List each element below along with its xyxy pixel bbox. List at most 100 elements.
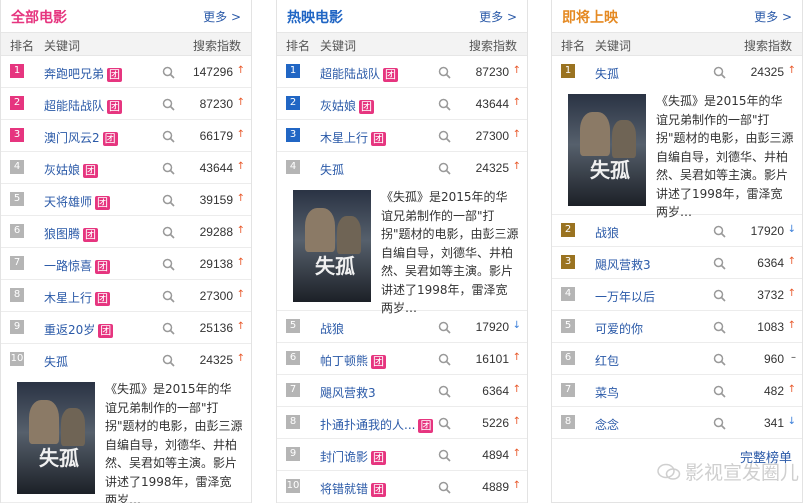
movie-link[interactable]: 帕丁顿熊团 (320, 352, 387, 369)
search-icon[interactable] (713, 385, 726, 398)
movie-link[interactable]: 菜鸟 (595, 384, 619, 401)
movie-link[interactable]: 红包 (595, 352, 619, 369)
movie-link[interactable]: 战狼 (595, 224, 619, 241)
movie-link[interactable]: 木星上行团 (320, 129, 387, 146)
ranking-row[interactable]: 1 失孤 24325 ↑ 失孤 《失孤》是2015年的华谊兄弟制作的一部"打拐"题材的电影… (552, 56, 802, 219)
movie-link[interactable]: 澳门风云2 团 (44, 129, 118, 146)
movie-link[interactable]: 一万年以后 (595, 288, 655, 305)
movie-link[interactable]: 飓风营救3 (595, 256, 651, 273)
search-icon[interactable] (713, 289, 726, 302)
group-buy-badge[interactable]: 团 (83, 228, 99, 242)
group-buy-badge[interactable]: 团 (371, 355, 387, 369)
search-icon[interactable] (438, 162, 451, 175)
search-icon[interactable] (162, 66, 175, 79)
movie-link[interactable]: 失孤 (320, 161, 344, 178)
search-icon[interactable] (438, 353, 451, 366)
ranking-row[interactable]: 4 灰姑娘团 43644 ↑ (1, 152, 251, 184)
group-buy-badge[interactable]: 团 (107, 100, 123, 114)
search-icon[interactable] (162, 130, 175, 143)
group-buy-badge[interactable]: 团 (418, 419, 434, 433)
ranking-row[interactable]: 5 战狼 17920 ↓ (277, 311, 527, 343)
group-buy-badge[interactable]: 团 (95, 292, 111, 306)
more-link[interactable]: 更多 > (479, 8, 517, 25)
search-icon[interactable] (713, 353, 726, 366)
group-buy-badge[interactable]: 团 (83, 164, 99, 178)
movie-poster[interactable]: 失孤 (568, 94, 646, 206)
ranking-row[interactable]: 2 灰姑娘团 43644 ↑ (277, 88, 527, 120)
ranking-row[interactable]: 8 木星上行团 27300 ↑ (1, 280, 251, 312)
movie-link[interactable]: 重返20岁团 (44, 321, 114, 338)
ranking-row[interactable]: 2 战狼 17920 ↓ (552, 215, 802, 247)
ranking-row[interactable]: 6 红包 960– (552, 343, 802, 375)
movie-link[interactable]: 超能陆战队团 (44, 97, 123, 114)
more-link[interactable]: 更多 > (203, 8, 241, 25)
ranking-row[interactable]: 6 狼图腾团 29288 ↑ (1, 216, 251, 248)
ranking-row[interactable]: 4 一万年以后 3732 ↑ (552, 279, 802, 311)
search-icon[interactable] (162, 98, 175, 111)
movie-link[interactable]: 可爱的你 (595, 320, 643, 337)
group-buy-badge[interactable]: 团 (371, 132, 387, 146)
ranking-row[interactable]: 7 一路惊喜团 29138 ↑ (1, 248, 251, 280)
group-buy-badge[interactable]: 团 (107, 68, 123, 82)
ranking-row[interactable]: 3 澳门风云2 团 66179 ↑ (1, 120, 251, 152)
movie-link[interactable]: 木星上行团 (44, 289, 111, 306)
search-icon[interactable] (162, 354, 175, 367)
group-buy-badge[interactable]: 团 (371, 451, 387, 465)
ranking-row[interactable]: 6 帕丁顿熊团 16101 ↑ (277, 343, 527, 375)
ranking-row[interactable]: 7 菜鸟 482 ↑ (552, 375, 802, 407)
ranking-row[interactable]: 9 重返20岁团 25136 ↑ (1, 312, 251, 344)
group-buy-badge[interactable]: 团 (371, 483, 387, 497)
search-icon[interactable] (438, 66, 451, 79)
search-icon[interactable] (162, 258, 175, 271)
ranking-row[interactable]: 5 可爱的你 1083 ↑ (552, 311, 802, 343)
group-buy-badge[interactable]: 团 (102, 132, 118, 146)
movie-link[interactable]: 一路惊喜团 (44, 257, 111, 274)
movie-link[interactable]: 狼图腾团 (44, 225, 99, 242)
search-icon[interactable] (438, 130, 451, 143)
movie-link[interactable]: 失孤 (595, 65, 619, 82)
ranking-row[interactable]: 5 天将雄师团 39159 ↑ (1, 184, 251, 216)
movie-poster[interactable]: 失孤 (17, 382, 95, 494)
search-icon[interactable] (162, 162, 175, 175)
ranking-row[interactable]: 4 失孤 24325 ↑ 失孤 《失孤》是2015年的华谊兄弟制作的一部"打拐"题材的电影… (277, 152, 527, 315)
search-icon[interactable] (713, 321, 726, 334)
search-icon[interactable] (438, 321, 451, 334)
ranking-row[interactable]: 10 将错就错团 4889 ↑ (277, 471, 527, 503)
search-icon[interactable] (438, 385, 451, 398)
ranking-row[interactable]: 3 木星上行团 27300 ↑ (277, 120, 527, 152)
movie-link[interactable]: 念念 (595, 416, 619, 433)
search-icon[interactable] (713, 417, 726, 430)
ranking-row[interactable]: 3 飓风营救3 6364 ↑ (552, 247, 802, 279)
movie-link[interactable]: 灰姑娘团 (320, 97, 375, 114)
movie-link[interactable]: 战狼 (320, 320, 344, 337)
movie-link[interactable]: 封门诡影团 (320, 448, 387, 465)
ranking-row[interactable]: 1 超能陆战队团 87230 ↑ (277, 56, 527, 88)
search-icon[interactable] (713, 225, 726, 238)
group-buy-badge[interactable]: 团 (95, 260, 111, 274)
ranking-row[interactable]: 8 扑通扑通我的人... 团 5226 ↑ (277, 407, 527, 439)
movie-link[interactable]: 扑通扑通我的人... 团 (320, 416, 434, 433)
search-icon[interactable] (438, 417, 451, 430)
ranking-row[interactable]: 9 封门诡影团 4894 ↑ (277, 439, 527, 471)
movie-link[interactable]: 将错就错团 (320, 480, 387, 497)
movie-link[interactable]: 失孤 (44, 353, 68, 370)
movie-link[interactable]: 奔跑吧兄弟团 (44, 65, 123, 82)
group-buy-badge[interactable]: 团 (98, 324, 114, 338)
search-icon[interactable] (438, 98, 451, 111)
movie-link[interactable]: 灰姑娘团 (44, 161, 99, 178)
search-icon[interactable] (162, 226, 175, 239)
search-icon[interactable] (438, 481, 451, 494)
movie-link[interactable]: 天将雄师团 (44, 193, 111, 210)
search-icon[interactable] (162, 194, 175, 207)
ranking-row[interactable]: 1 奔跑吧兄弟团 147296 ↑ (1, 56, 251, 88)
search-icon[interactable] (438, 449, 451, 462)
movie-poster[interactable]: 失孤 (293, 190, 371, 302)
ranking-row[interactable]: 7 飓风营救3 6364 ↑ (277, 375, 527, 407)
group-buy-badge[interactable]: 团 (383, 68, 399, 82)
ranking-row[interactable]: 2 超能陆战队团 87230 ↑ (1, 88, 251, 120)
search-icon[interactable] (713, 66, 726, 79)
group-buy-badge[interactable]: 团 (95, 196, 111, 210)
movie-link[interactable]: 超能陆战队团 (320, 65, 399, 82)
search-icon[interactable] (713, 257, 726, 270)
group-buy-badge[interactable]: 团 (359, 100, 375, 114)
